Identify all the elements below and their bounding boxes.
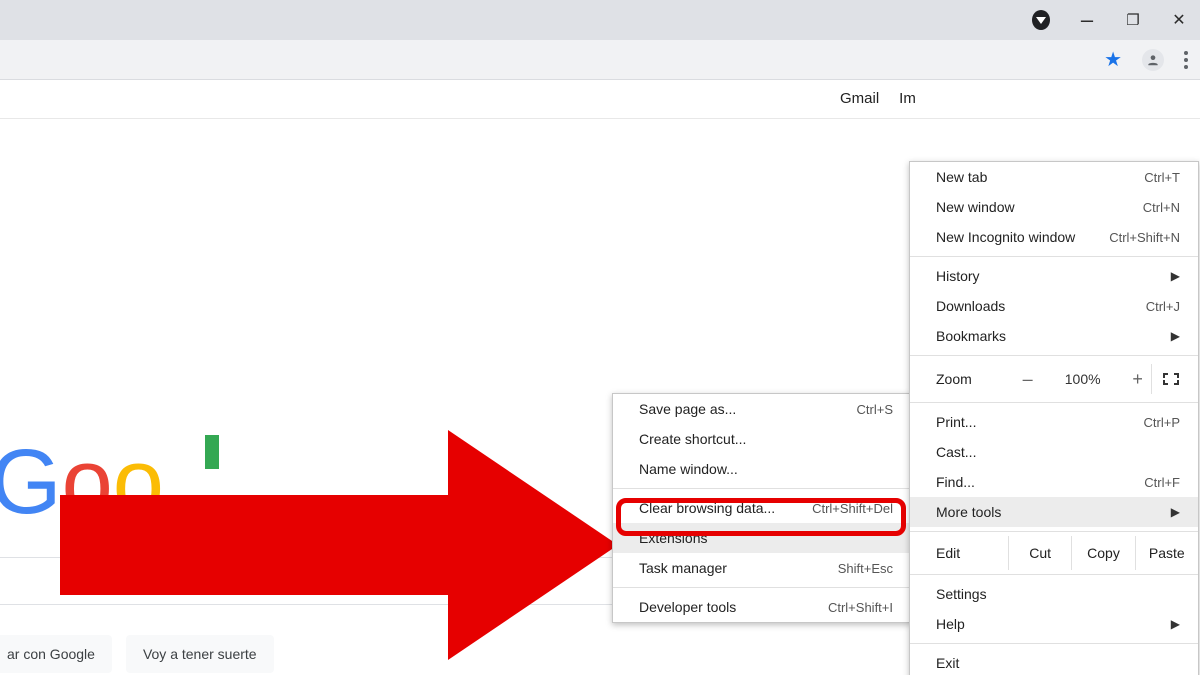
im-feeling-lucky-button[interactable]: Voy a tener suerte <box>126 635 274 673</box>
images-link-partial[interactable]: Im <box>899 90 916 107</box>
shortcut: Ctrl+N <box>1143 200 1180 215</box>
gmail-link[interactable]: Gmail <box>840 90 879 107</box>
zoom-label: Zoom <box>936 371 1015 387</box>
menu-separator <box>910 574 1198 575</box>
menu-developer-tools[interactable]: Developer tools Ctrl+Shift+I <box>613 592 911 622</box>
menu-bookmarks[interactable]: Bookmarks ▶ <box>910 321 1198 351</box>
shortcut: Shift+Esc <box>838 561 893 576</box>
label: Print... <box>936 414 976 430</box>
chevron-right-icon: ▶ <box>1171 617 1180 631</box>
label: Task manager <box>639 560 727 576</box>
menu-exit[interactable]: Exit <box>910 648 1198 675</box>
menu-separator <box>910 402 1198 403</box>
shortcut: Ctrl+T <box>1144 170 1180 185</box>
label: Name window... <box>639 461 738 477</box>
shortcut: Ctrl+S <box>857 402 893 417</box>
chevron-right-icon: ▶ <box>1171 505 1180 519</box>
label: Exit <box>936 655 959 671</box>
chrome-main-menu: New tab Ctrl+T New window Ctrl+N New Inc… <box>909 161 1199 675</box>
window-titlebar: – ❐ ✕ <box>0 0 1200 40</box>
search-input[interactable] <box>0 557 640 605</box>
chevron-right-icon: ▶ <box>1171 269 1180 283</box>
menu-find[interactable]: Find... Ctrl+F <box>910 467 1198 497</box>
label: Help <box>936 616 965 632</box>
shortcut: Ctrl+Shift+N <box>1109 230 1180 245</box>
menu-downloads[interactable]: Downloads Ctrl+J <box>910 291 1198 321</box>
extension-indicator-icon[interactable] <box>1032 11 1050 29</box>
shortcut: Ctrl+F <box>1144 475 1180 490</box>
edit-label: Edit <box>936 545 1008 561</box>
shortcut: Ctrl+J <box>1146 299 1180 314</box>
google-search-button[interactable]: ar con Google <box>0 635 112 673</box>
google-logo-fragment <box>205 435 219 469</box>
menu-separator <box>910 643 1198 644</box>
menu-separator <box>910 355 1198 356</box>
menu-edit-row: Edit Cut Copy Paste <box>910 536 1198 570</box>
google-header-links: Gmail Im <box>840 90 916 107</box>
label: Save page as... <box>639 401 736 417</box>
label: Downloads <box>936 298 1005 314</box>
zoom-in-button[interactable]: + <box>1125 369 1151 390</box>
menu-settings[interactable]: Settings <box>910 579 1198 609</box>
window-maximize-button[interactable]: ❐ <box>1124 11 1142 29</box>
annotation-highlight-extensions <box>616 498 906 536</box>
label: Cast... <box>936 444 976 460</box>
menu-more-tools[interactable]: More tools ▶ <box>910 497 1198 527</box>
browser-toolbar: ★ <box>0 40 1200 80</box>
label: New Incognito window <box>936 229 1075 245</box>
header-divider <box>0 118 1200 119</box>
shortcut: Ctrl+Shift+I <box>828 600 893 615</box>
label: Bookmarks <box>936 328 1006 344</box>
page-content: Gmail Im Goo ar con Google Voy a tener s… <box>0 80 1200 675</box>
menu-save-page[interactable]: Save page as... Ctrl+S <box>613 394 911 424</box>
menu-new-window[interactable]: New window Ctrl+N <box>910 192 1198 222</box>
menu-print[interactable]: Print... Ctrl+P <box>910 407 1198 437</box>
edit-copy-button[interactable]: Copy <box>1071 536 1134 570</box>
edit-cut-button[interactable]: Cut <box>1008 536 1071 570</box>
label: New tab <box>936 169 987 185</box>
chevron-right-icon: ▶ <box>1171 329 1180 343</box>
menu-cast[interactable]: Cast... <box>910 437 1198 467</box>
menu-help[interactable]: Help ▶ <box>910 609 1198 639</box>
menu-zoom: Zoom – 100% + <box>910 360 1198 398</box>
label: Create shortcut... <box>639 431 746 447</box>
google-buttons: ar con Google Voy a tener suerte <box>0 635 274 673</box>
menu-separator <box>910 531 1198 532</box>
chrome-menu-button[interactable] <box>1184 51 1188 69</box>
label: Find... <box>936 474 975 490</box>
fullscreen-icon <box>1163 373 1179 385</box>
menu-create-shortcut[interactable]: Create shortcut... <box>613 424 911 454</box>
menu-history[interactable]: History ▶ <box>910 261 1198 291</box>
menu-separator <box>613 488 911 489</box>
menu-name-window[interactable]: Name window... <box>613 454 911 484</box>
zoom-out-button[interactable]: – <box>1015 369 1041 390</box>
menu-separator <box>910 256 1198 257</box>
menu-task-manager[interactable]: Task manager Shift+Esc <box>613 553 911 583</box>
zoom-value: 100% <box>1057 371 1109 387</box>
label: Developer tools <box>639 599 736 615</box>
menu-separator <box>613 587 911 588</box>
label: New window <box>936 199 1015 215</box>
label: More tools <box>936 504 1001 520</box>
edit-paste-button[interactable]: Paste <box>1135 536 1198 570</box>
label: Settings <box>936 586 987 602</box>
profile-avatar-icon[interactable] <box>1142 49 1164 71</box>
shortcut: Ctrl+P <box>1144 415 1180 430</box>
bookmark-star-icon[interactable]: ★ <box>1104 50 1122 70</box>
menu-new-incognito[interactable]: New Incognito window Ctrl+Shift+N <box>910 222 1198 252</box>
window-close-button[interactable]: ✕ <box>1170 11 1188 29</box>
label: History <box>936 268 980 284</box>
menu-new-tab[interactable]: New tab Ctrl+T <box>910 162 1198 192</box>
window-minimize-button[interactable]: – <box>1078 11 1096 29</box>
fullscreen-button[interactable] <box>1151 364 1190 394</box>
google-logo: Goo <box>0 430 164 535</box>
